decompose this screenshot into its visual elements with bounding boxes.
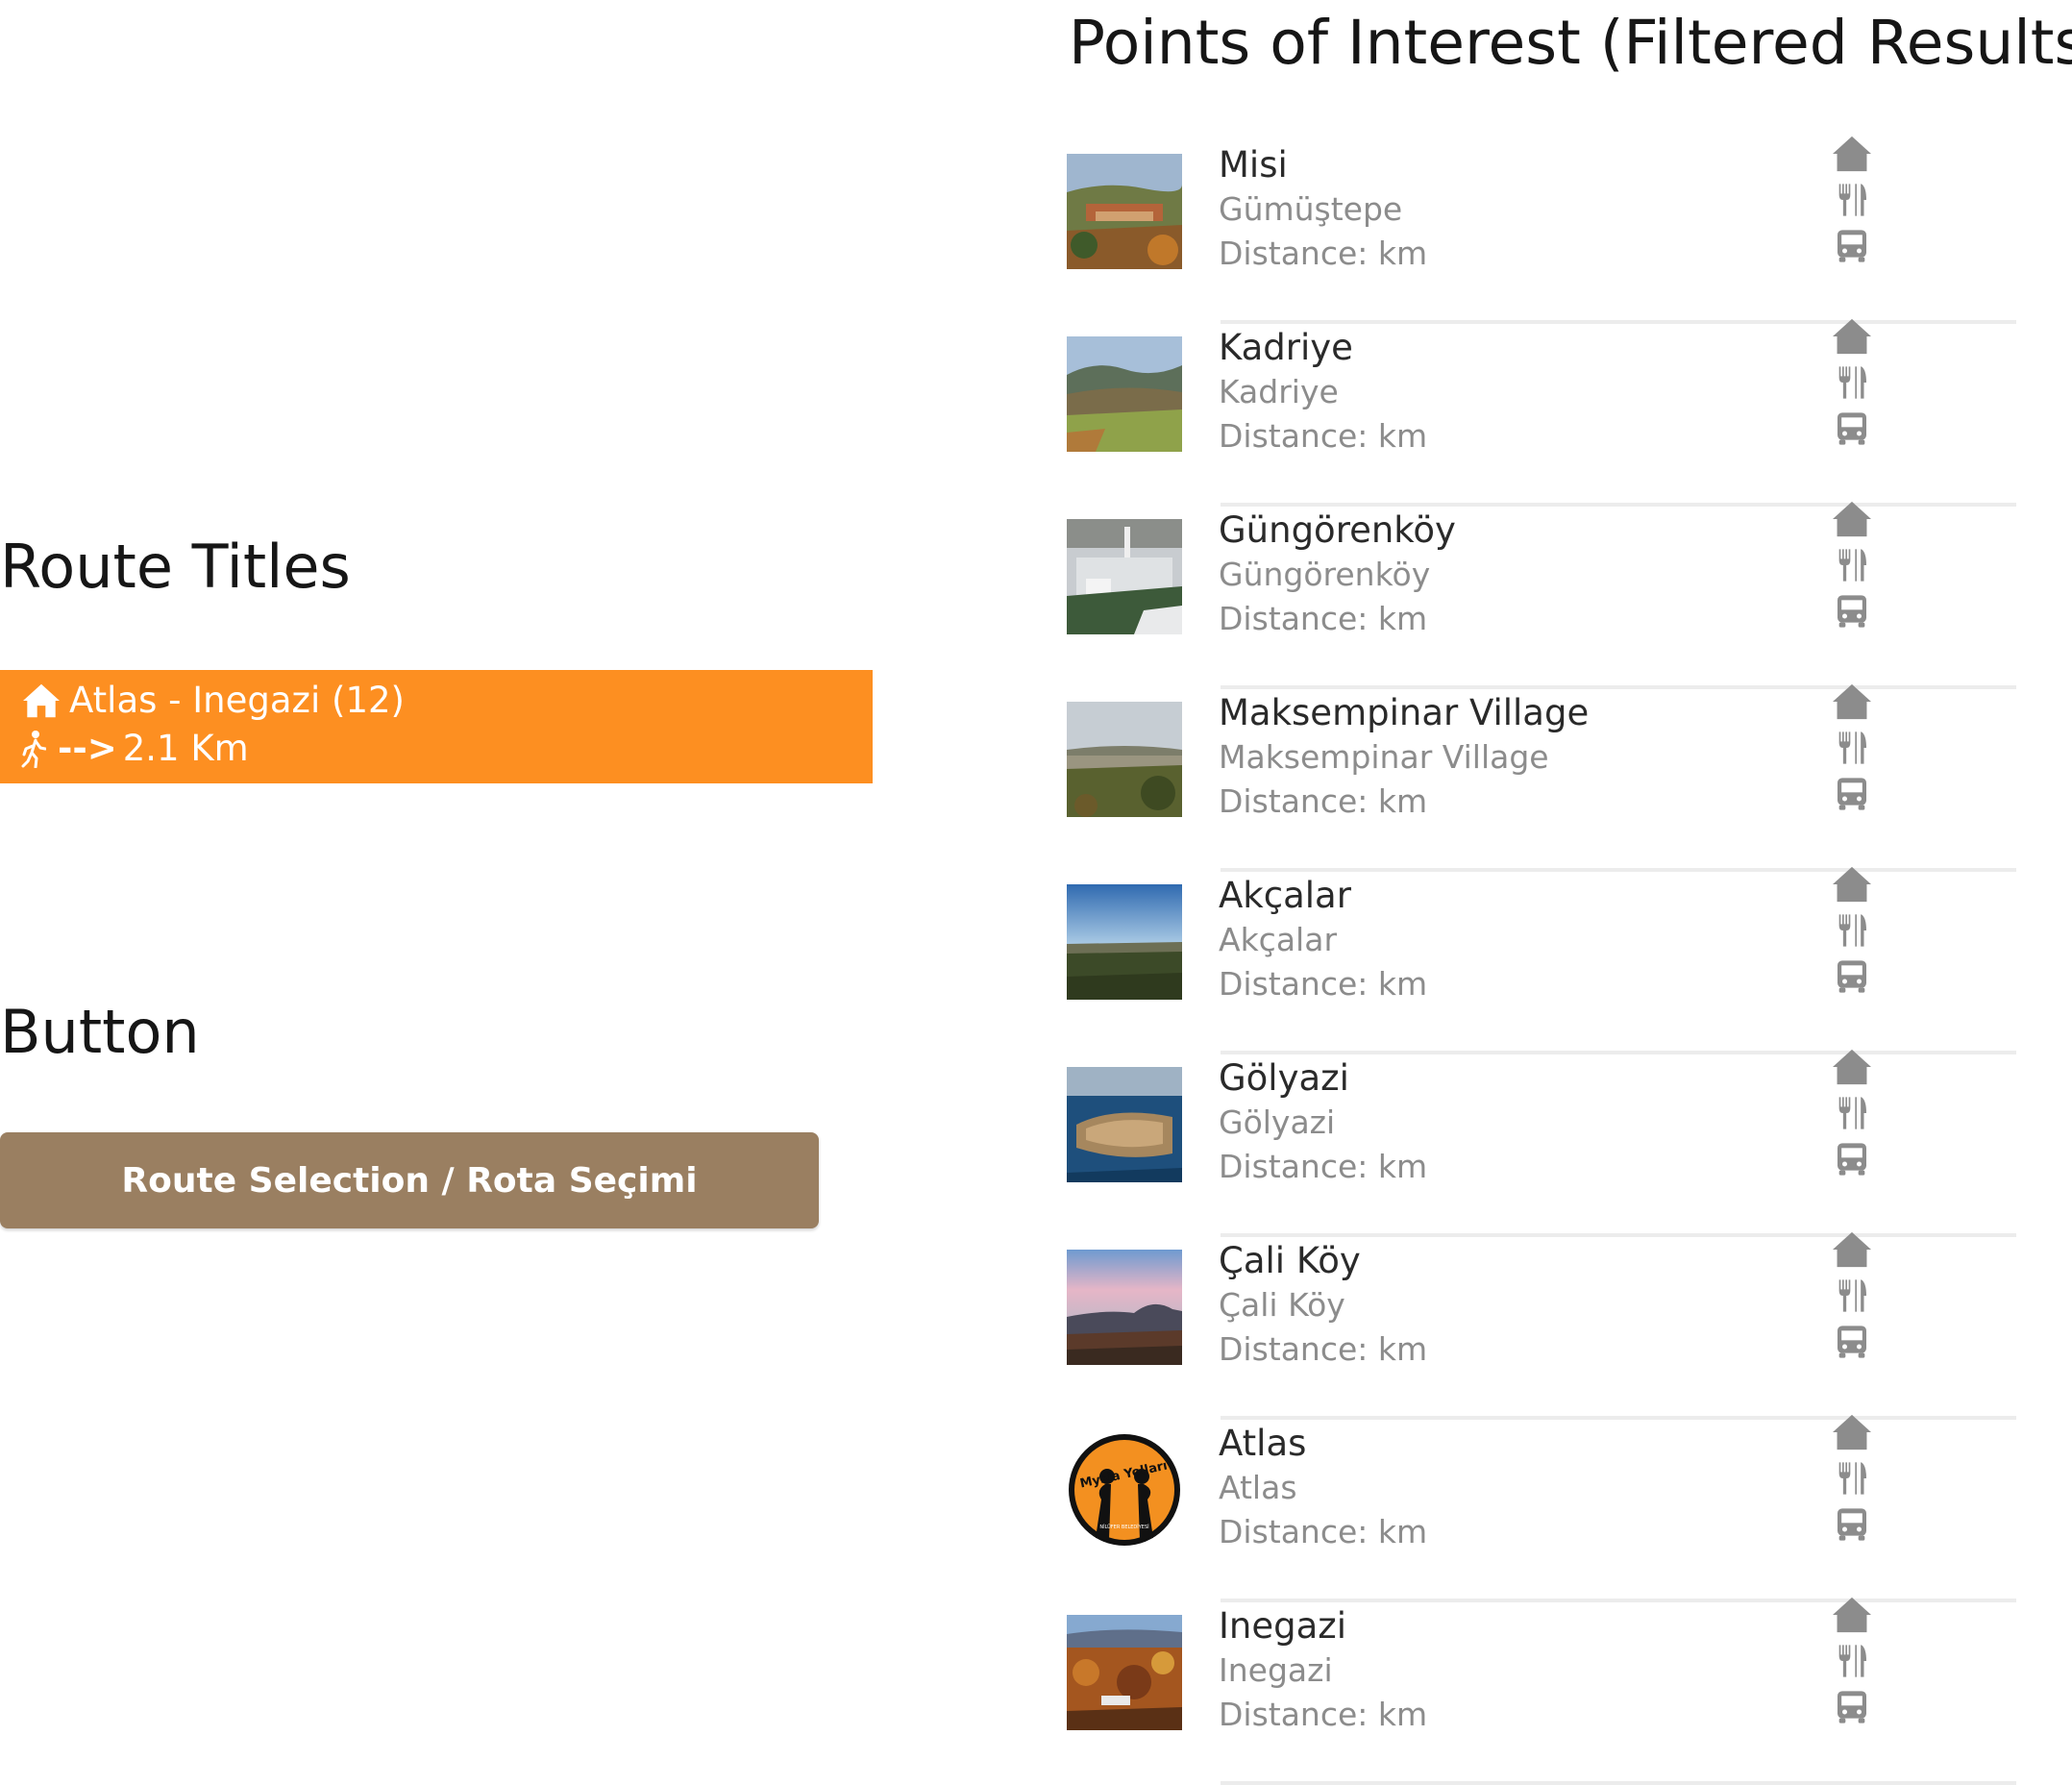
poi-name: Çali Köy [1219,1240,1361,1281]
poi-subtitle: Kadriye [1219,373,1339,410]
mysia-yollari-logo: Mysia Yolları NİLÜFER BELEDİYESİ [1067,1432,1182,1548]
divider [1221,1781,2016,1785]
home-icon[interactable] [1831,135,1875,177]
bus-icon[interactable] [1831,1140,1875,1182]
poi-list-item[interactable]: Gölyazi Gölyazi Distance: km [1067,1048,2016,1237]
poi-name: Atlas [1219,1423,1307,1464]
poi-subtitle: Maksempinar Village [1219,738,1549,776]
bus-icon[interactable] [1831,1323,1875,1365]
bus-icon[interactable] [1831,409,1875,452]
utensils-icon[interactable] [1831,1094,1875,1136]
route-distance-line: --> 2.1 Km [21,728,249,769]
bus-icon[interactable] [1831,1688,1875,1730]
poi-thumbnail-image [1067,884,1182,1000]
bus-icon[interactable] [1831,227,1875,269]
poi-thumbnail-image [1067,702,1182,817]
utensils-icon[interactable] [1831,181,1875,223]
bus-icon[interactable] [1831,1505,1875,1548]
poi-name: Maksempinar Village [1219,692,1590,733]
poi-name: Akçalar [1219,875,1351,916]
bus-icon[interactable] [1831,957,1875,1000]
poi-thumbnail-image [1067,336,1182,452]
home-icon[interactable] [1831,1048,1875,1090]
route-distance: 2.1 Km [122,728,249,769]
poi-thumbnail-image [1067,1067,1182,1182]
poi-distance: Distance: km [1219,965,1428,1003]
bus-icon[interactable] [1831,592,1875,634]
poi-subtitle: Gümüştepe [1219,190,1403,228]
home-icon[interactable] [1831,1596,1875,1638]
logo-footer: NİLÜFER BELEDİYESİ [1099,1524,1148,1530]
poi-list-item[interactable]: Maksempinar Village Maksempinar Village … [1067,682,2016,872]
poi-subtitle: Atlas [1219,1469,1297,1506]
poi-distance: Distance: km [1219,1696,1428,1733]
route-selection-button[interactable]: Route Selection / Rota Seçimi [0,1132,819,1228]
poi-distance: Distance: km [1219,1513,1428,1550]
poi-list-item[interactable]: Akçalar Akçalar Distance: km [1067,865,2016,1054]
poi-name: Gölyazi [1219,1057,1349,1099]
utensils-icon[interactable] [1831,1642,1875,1684]
utensils-icon[interactable] [1831,1277,1875,1319]
route-title-line: Atlas - Inegazi (12) [21,680,405,721]
poi-distance: Distance: km [1219,1330,1428,1368]
utensils-icon[interactable] [1831,546,1875,588]
route-titles-heading: Route Titles [0,532,351,602]
poi-list-item[interactable]: Inegazi Inegazi Distance: km [1067,1596,2016,1785]
home-icon [21,682,62,719]
button-heading: Button [0,997,200,1067]
poi-name: Kadriye [1219,327,1353,368]
home-icon[interactable] [1831,682,1875,725]
poi-name: Güngörenköy [1219,509,1456,551]
utensils-icon[interactable] [1831,363,1875,406]
poi-list-item[interactable]: Kadriye Kadriye Distance: km [1067,317,2016,507]
poi-name: Inegazi [1219,1605,1346,1647]
home-icon[interactable] [1831,317,1875,359]
home-icon[interactable] [1831,865,1875,907]
poi-distance: Distance: km [1219,235,1428,272]
poi-list-item[interactable]: Mysia Yolları NİLÜFER BELEDİYESİ Atlas A… [1067,1413,2016,1602]
poi-distance: Distance: km [1219,600,1428,637]
home-icon[interactable] [1831,500,1875,542]
walking-person-icon [21,730,46,768]
poi-thumbnail-image [1067,154,1182,269]
poi-name: Misi [1219,144,1288,186]
poi-distance: Distance: km [1219,417,1428,455]
poi-subtitle: Gölyazi [1219,1103,1336,1141]
utensils-icon[interactable] [1831,911,1875,954]
poi-subtitle: Inegazi [1219,1651,1333,1689]
route-title-card[interactable]: Atlas - Inegazi (12) --> 2.1 Km [0,670,873,783]
poi-distance: Distance: km [1219,1148,1428,1185]
home-icon[interactable] [1831,1413,1875,1455]
poi-list-item[interactable]: Güngörenköy Güngörenköy Distance: km [1067,500,2016,689]
poi-distance: Distance: km [1219,782,1428,820]
poi-list-item[interactable]: Çali Köy Çali Köy Distance: km [1067,1230,2016,1420]
poi-heading: Points of Interest (Filtered Results) [1069,8,2072,78]
route-arrow: --> [58,728,117,769]
route-title-text: Atlas - Inegazi (12) [69,680,405,721]
poi-subtitle: Çali Köy [1219,1286,1345,1324]
poi-thumbnail-image [1067,1615,1182,1730]
poi-subtitle: Akçalar [1219,921,1338,958]
utensils-icon[interactable] [1831,729,1875,771]
poi-thumbnail-image [1067,1250,1182,1365]
poi-subtitle: Güngörenköy [1219,556,1431,593]
home-icon[interactable] [1831,1230,1875,1273]
bus-icon[interactable] [1831,775,1875,817]
poi-list-item[interactable]: Misi Gümüştepe Distance: km [1067,135,2016,324]
utensils-icon[interactable] [1831,1459,1875,1501]
poi-thumbnail-image [1067,519,1182,634]
